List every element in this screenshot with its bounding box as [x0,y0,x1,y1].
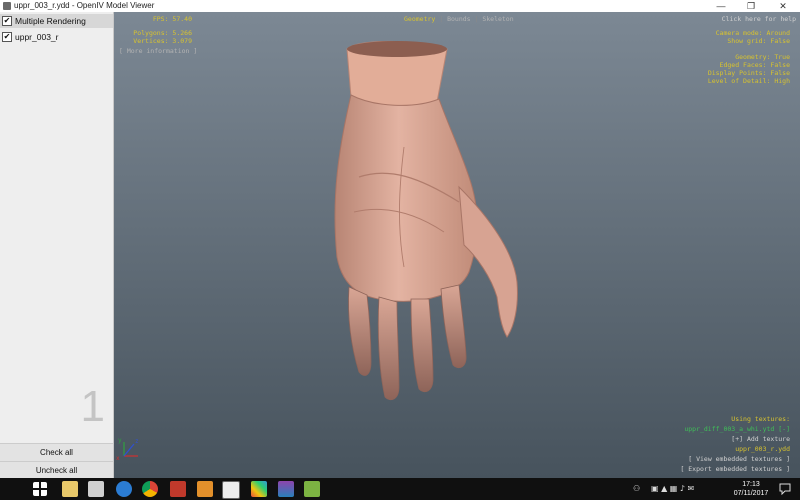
check-all-button[interactable]: Check all [0,443,113,461]
view-embedded-textures-link[interactable]: [ View embedded textures ] [688,455,790,463]
maximize-button[interactable]: ❐ [738,0,764,12]
show-grid-toggle[interactable]: Show grid: False [727,37,790,45]
tab-separator: | [439,15,444,23]
camera-mode-toggle[interactable]: Camera mode: Around [716,29,790,37]
window-title: uppr_003_r.ydd - OpenIV Model Viewer [14,1,155,10]
axis-y-label: y [118,437,122,444]
clock-time: 17:13 [742,481,760,488]
axis-gizmo-icon: x y z [116,437,139,462]
more-information-link[interactable]: [ More information ] [119,47,197,55]
tray-icons[interactable]: ▣ ▲ ▦ ♪ ✉ [651,478,694,500]
start-icon[interactable] [33,482,47,496]
store-icon[interactable] [88,481,104,497]
vertices-readout: Vertices: 3.079 [133,37,192,45]
tab-separator: | [474,15,479,23]
level-of-detail-toggle[interactable]: Level of Detail: High [708,77,790,85]
file-explorer-icon[interactable] [62,481,78,497]
axis-x-label: x [116,455,120,462]
polygons-readout: Polygons: 5.266 [133,29,192,37]
texture-file-link[interactable]: uppr_diff_003_a_whi.ytd [-] [684,425,790,433]
windows-taskbar: ⚇ ▣ ▲ ▦ ♪ ✉ 17:13 07/11/2017 [0,478,800,500]
chrome-icon[interactable] [142,481,158,497]
using-textures-label: Using textures: [731,415,790,423]
checkbox-model[interactable]: ✔ [2,32,12,42]
clock-date: 07/11/2017 [733,490,769,497]
list-item-label: uppr_003_r [15,32,59,42]
hand-model-render [334,40,518,401]
fps-readout: FPS: 57.40 [152,15,192,23]
close-button[interactable]: ✕ [770,0,796,12]
uncheck-all-button[interactable]: Uncheck all [0,461,113,479]
app-icon-orange[interactable] [197,481,213,497]
taskbar-clock[interactable]: 17:13 07/11/2017 [727,480,775,498]
model-file-label: uppr_003_r.ydd [735,445,790,453]
app-icon-green[interactable] [304,481,320,497]
checkbox-multiple-rendering[interactable]: ✔ [2,16,12,26]
help-link[interactable]: Click here for help [722,15,796,23]
tab-bounds[interactable]: Bounds [447,15,470,23]
tab-skeleton[interactable]: Skeleton [482,15,513,23]
app-icon-red[interactable] [170,481,186,497]
axis-z-label: z [135,438,139,445]
display-points-toggle[interactable]: Display Points: False [708,69,790,77]
app-icon-tiles[interactable] [278,481,294,497]
tab-geometry[interactable]: Geometry [404,15,435,23]
list-item-model[interactable]: ✔ uppr_003_r [0,30,113,44]
geometry-toggle[interactable]: Geometry: True [735,53,790,61]
add-texture-link[interactable]: [+] Add texture [731,435,790,443]
app-icon [3,2,11,10]
minimize-button[interactable]: — [708,0,734,12]
model-list-sidebar: ✔ Multiple Rendering ✔ uppr_003_r 1 Chec… [0,12,114,479]
list-item-label: Multiple Rendering [15,16,86,26]
list-item-multiple-rendering[interactable]: ✔ Multiple Rendering [0,14,113,28]
openiv-icon[interactable] [222,481,240,499]
app-icon-colorful[interactable] [251,481,267,497]
view-tabs: Geometry | Bounds | Skeleton [404,15,514,23]
notification-icon[interactable] [779,483,791,495]
model-viewport[interactable]: FPS: 57.40 Polygons: 5.266 Vertices: 3.0… [114,12,800,478]
edge-icon[interactable] [116,481,132,497]
people-icon[interactable]: ⚇ [633,478,640,500]
export-embedded-textures-link[interactable]: [ Export embedded textures ] [680,465,790,473]
watermark-number: 1 [80,382,105,431]
edged-faces-toggle[interactable]: Edged Faces: False [720,61,790,69]
